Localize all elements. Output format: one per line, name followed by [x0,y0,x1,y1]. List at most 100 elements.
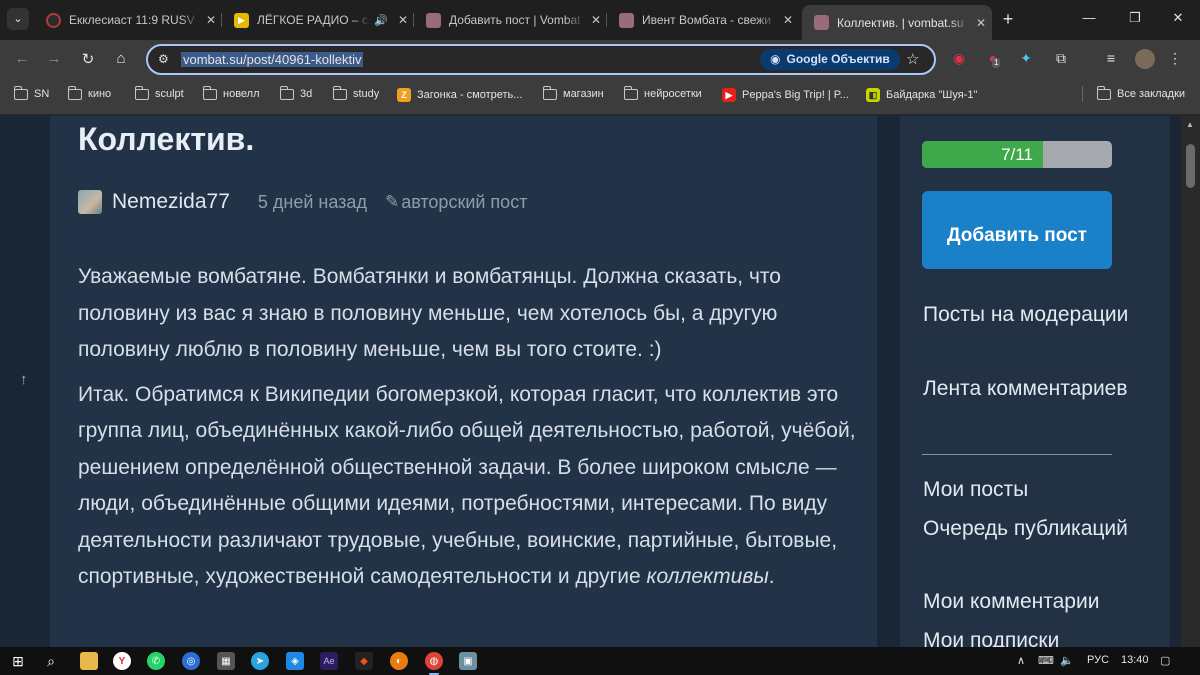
calculator-icon[interactable]: ▦ [217,652,235,670]
tab-1[interactable]: ▶ ЛЁГКОЕ РАДИО – сл 🔊 ✕ [222,5,414,35]
figma-icon[interactable]: ◆ [355,652,373,670]
all-bookmarks[interactable]: Все закладки [1096,85,1186,100]
tab-title: Коллектив. | vombat.su [837,15,964,30]
play-icon: ▶ [234,12,249,28]
bookmark-site[interactable]: ▶ Peppa's Big Trip! | P... [722,88,849,102]
lens-label: Google Объектив [786,52,890,66]
volume-icon[interactable]: 🔈 [1060,654,1074,667]
scroll-up-icon[interactable]: ▲ [1186,120,1194,129]
tab-4-active[interactable]: Коллектив. | vombat.su ✕ [802,5,992,40]
windows-taskbar: ⊞ ⌕ Y ✆ ◎ ▦ ➤ ◈ Ae ◆ ◐ ◍ ▣ ∧ ⌨ 🔈 РУС 13:… [0,647,1200,675]
close-window-button[interactable]: ✕ [1163,10,1193,26]
blender-icon[interactable]: ◐ [390,652,408,670]
paragraph-text: . [768,565,775,588]
app-icon[interactable]: ◈ [286,652,304,670]
bookmark-folder[interactable]: магазин [542,85,604,100]
zagonka-icon: Z [397,88,411,102]
back-button[interactable]: ← [12,50,32,67]
sidebar-link-queue[interactable]: Очередь публикаций [923,512,1143,546]
windows-start-icon[interactable]: ⊞ [9,652,27,670]
tab-favicon-icon [46,12,61,28]
speaker-icon[interactable]: 🔊 [374,14,388,27]
tab-0[interactable]: Екклесиаст 11:9 RUSV - Е ✕ [34,5,222,35]
bookmark-label: Байдарка "Шуя-1" [886,89,978,101]
tab-search-button[interactable]: ⌄ [7,8,29,30]
close-icon[interactable]: ✕ [970,16,992,30]
bookmark-site[interactable]: Z Загонка - смотреть... [397,88,522,102]
wombat-favicon-icon [814,15,829,30]
browser-icon[interactable]: ◎ [182,652,200,670]
author-avatar[interactable] [78,190,102,214]
home-button[interactable]: ⌂ [111,50,131,67]
bookmark-folder[interactable]: study [332,85,379,100]
folder-icon [13,85,28,100]
close-icon[interactable]: ✕ [200,13,222,27]
arrow-right-icon: → [46,50,62,67]
bookmark-folder[interactable]: sculpt [134,85,184,100]
address-bar[interactable]: ⚙ vombat.su/post/40961-kollektiv ◉ Googl… [146,44,936,75]
extension-icon[interactable]: ●1 [984,50,1002,68]
sidebar-link-subscriptions[interactable]: Мои подписки [923,624,1143,647]
minimize-icon: — [1082,10,1096,25]
language-indicator[interactable]: РУС [1087,654,1109,666]
author-link[interactable]: Nemezida77 [112,190,230,214]
tray-chevron-up-icon[interactable]: ∧ [1017,654,1025,667]
sidebar-link-my-comments[interactable]: Мои комментарии [923,585,1143,619]
telegram-icon[interactable]: ➤ [251,652,269,670]
add-post-button[interactable]: Добавить пост [922,191,1112,269]
bookmark-star-icon[interactable]: ☆ [906,50,919,68]
reload-button[interactable]: ↻ [78,50,98,68]
sidebar-link-moderation[interactable]: Посты на модерации [923,298,1143,332]
bookmark-site[interactable]: ◧ Байдарка "Шуя-1" [866,88,977,102]
search-icon[interactable]: ⌕ [42,652,60,670]
yandex-browser-icon[interactable]: Y [113,652,131,670]
post-title: Коллектив. [78,121,255,157]
bookmark-folder[interactable]: 3d [279,85,313,100]
maximize-button[interactable]: ❐ [1120,10,1150,26]
sidebar-link-my-posts[interactable]: Мои посты [923,473,1143,507]
bookmark-label: SN [34,88,50,100]
bookmark-folder[interactable]: SN [13,85,50,100]
site-settings-icon[interactable]: ⚙ [158,52,169,66]
reading-list-icon[interactable]: ≡ [1102,50,1120,66]
tab-2[interactable]: Добавить пост | Vombat ✕ [414,5,607,35]
bookmark-label: sculpt [155,88,184,100]
new-tab-button[interactable]: + [997,9,1019,30]
bookmark-label: Все закладки [1117,88,1186,100]
extension-icon[interactable]: ✦ [1017,50,1035,67]
menu-icon[interactable]: ⋮ [1166,50,1184,67]
emphasis-link[interactable]: коллективы [647,565,769,588]
url-text[interactable]: vombat.su/post/40961-kollektiv [181,52,364,67]
clock[interactable]: 13:40 [1121,654,1149,666]
forward-button[interactable]: → [44,50,64,67]
lens-icon: ◉ [770,52,781,66]
scroll-to-top-icon[interactable]: ↑ [20,371,28,388]
file-explorer-icon[interactable] [80,652,98,670]
notifications-icon[interactable]: ▢ [1160,654,1170,667]
profile-avatar[interactable] [1135,49,1155,69]
minimize-button[interactable]: — [1074,10,1104,25]
post-meta: Nemezida77 5 дней назад ✎ авторский пост [78,188,527,216]
puzzle-icon[interactable]: ⧉ [1052,50,1070,67]
network-icon[interactable]: ⌨ [1038,654,1054,667]
after-effects-icon[interactable]: Ae [320,652,338,670]
bookmark-folder[interactable]: кино [67,85,111,100]
bookmark-folder[interactable]: новелл [202,85,260,100]
close-icon[interactable]: ✕ [585,13,607,27]
chrome-icon[interactable]: ◍ [425,652,443,675]
paragraph-text: Итак. Обратимся к Википедии богомерзкой,… [78,382,856,589]
google-lens-button[interactable]: ◉ Google Объектив [760,49,900,70]
whatsapp-icon[interactable]: ✆ [147,652,165,670]
close-icon[interactable]: ✕ [392,13,414,27]
scroll-thumb[interactable] [1186,144,1195,188]
sidebar-link-comments-feed[interactable]: Лента комментариев [923,372,1143,406]
tab-3[interactable]: Ивент Вомбата - свежи ✕ [607,5,799,35]
tab-title: ЛЁГКОЕ РАДИО – сл [257,13,371,27]
page-scrollbar[interactable]: ▲ [1181,116,1200,647]
record-extension-icon[interactable]: ◉ [950,50,968,67]
bookmark-folder[interactable]: нейросетки [623,85,702,100]
close-icon[interactable]: ✕ [777,13,799,27]
close-icon: ✕ [1172,10,1184,25]
photos-icon[interactable]: ▣ [459,652,477,670]
bookmark-label: 3d [300,88,313,100]
